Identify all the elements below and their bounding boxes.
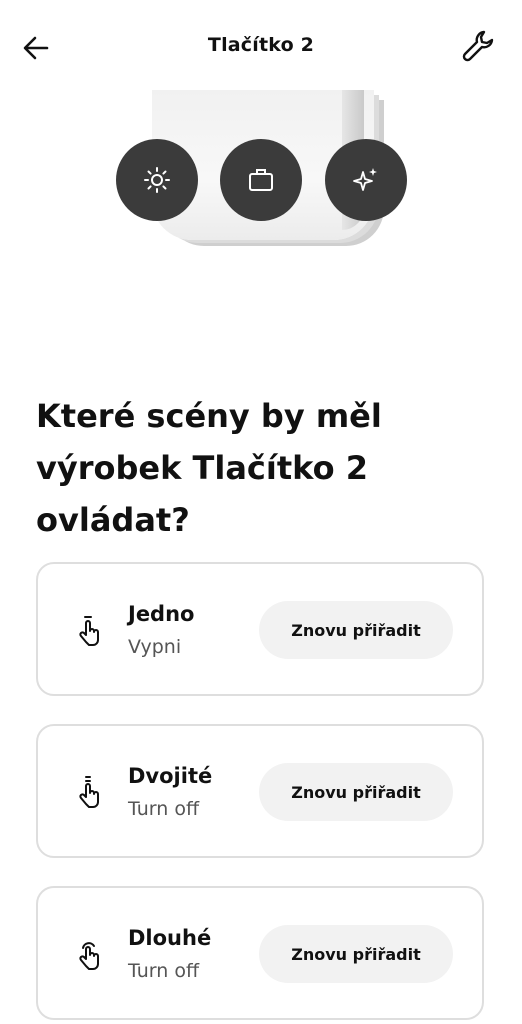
wrench-icon (462, 30, 494, 62)
mode-sparkle-button[interactable] (325, 139, 407, 221)
reassign-button[interactable]: Znovu přiřadit (259, 763, 453, 821)
reassign-button[interactable]: Znovu přiřadit (259, 925, 453, 983)
action-card-long: Dlouhé Turn off Znovu přiřadit (36, 886, 484, 1020)
action-icon-wrapper (72, 614, 106, 648)
action-card-double: Dvojité Turn off Znovu přiřadit (36, 724, 484, 858)
briefcase-icon (249, 169, 273, 191)
action-scene: Turn off (128, 960, 200, 982)
action-icon-wrapper (72, 938, 106, 972)
action-scene: Vypni (128, 636, 182, 658)
sparkle-icon (353, 168, 377, 191)
brightness-icon (144, 167, 170, 193)
screen: Tlačítko 2 Které scény by měl výrobek Tl… (0, 0, 522, 1024)
action-card-single: Jedno Vypni Znovu přiřadit (36, 562, 484, 696)
header: Tlačítko 2 (0, 0, 522, 92)
mode-work-button[interactable] (220, 139, 302, 221)
action-title: Dvojité (128, 764, 213, 788)
single-press-icon (79, 616, 99, 646)
action-title: Dlouhé (128, 926, 212, 950)
scenes-question-heading: Které scény by měl výrobek Tlačítko 2 ov… (36, 397, 382, 539)
reassign-button[interactable]: Znovu přiřadit (259, 601, 453, 659)
action-title: Jedno (128, 602, 195, 626)
long-press-icon (79, 942, 99, 970)
double-press-icon (79, 776, 99, 808)
mode-brightness-button[interactable] (116, 139, 198, 221)
action-icon-wrapper (72, 776, 106, 810)
settings-button[interactable] (458, 26, 498, 66)
action-scene: Turn off (128, 798, 200, 820)
page-title: Tlačítko 2 (207, 34, 315, 56)
